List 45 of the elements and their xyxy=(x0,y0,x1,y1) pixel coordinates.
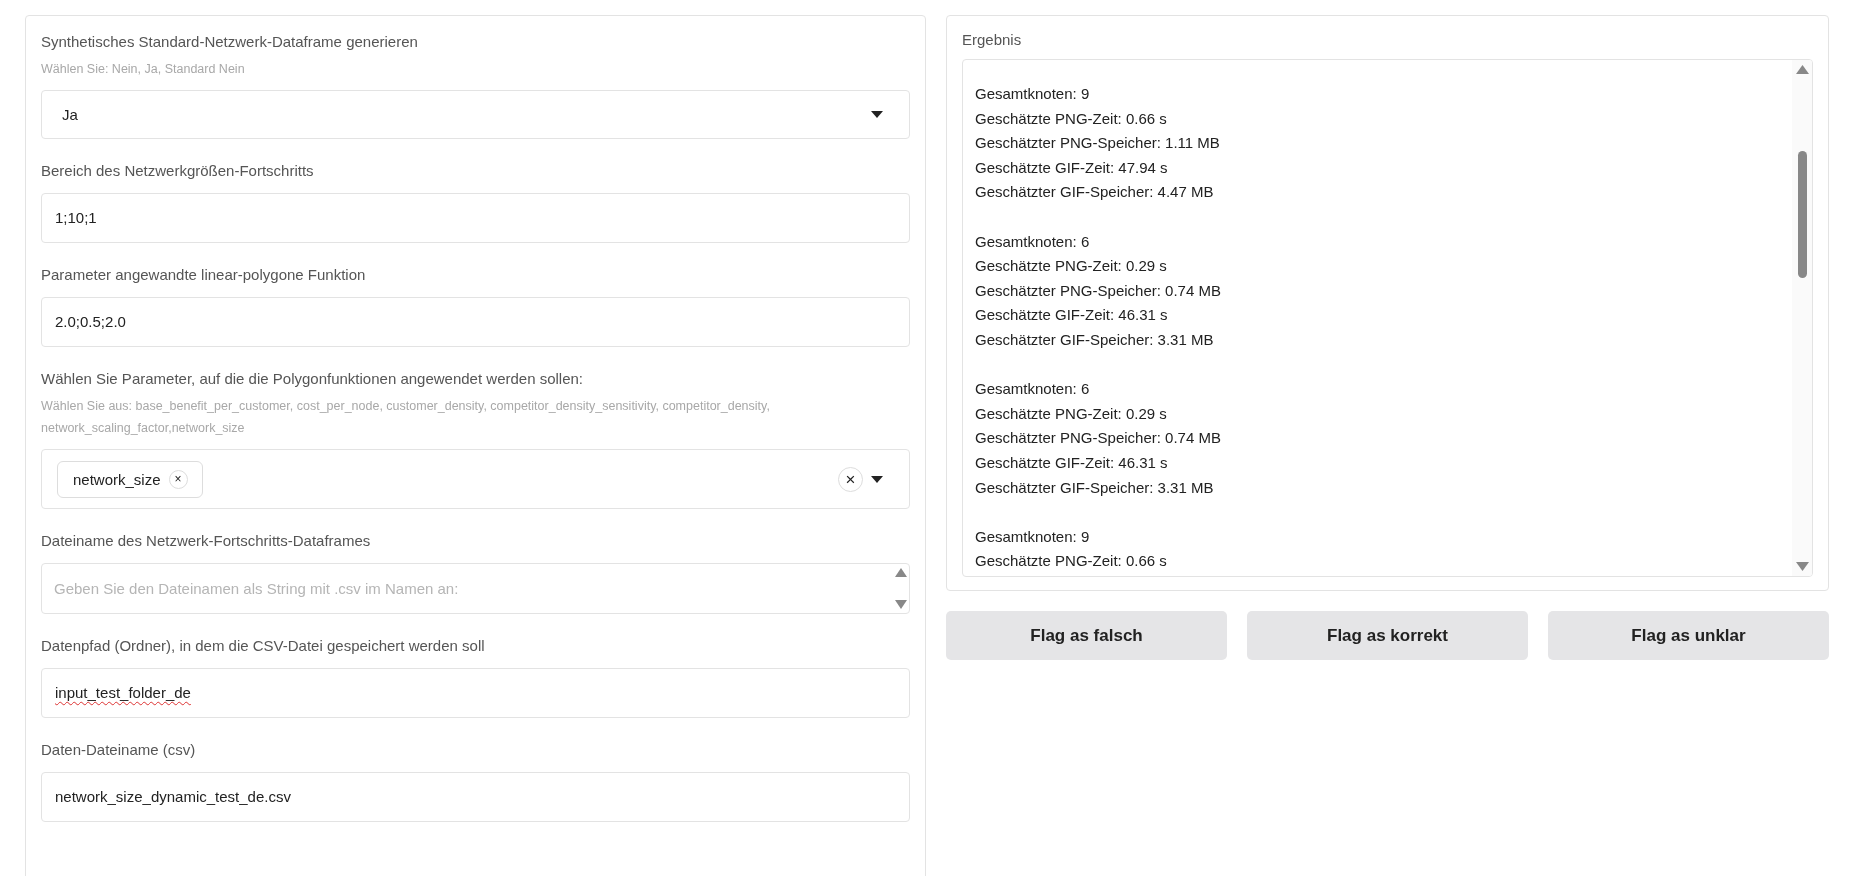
field-label: Wählen Sie Parameter, auf die die Polygonfunktionen angewendet werden sollen: xyxy=(41,369,584,389)
output-line: Geschätzter PNG-Speicher: 0.74 MB xyxy=(975,280,1221,301)
caret-icon xyxy=(871,475,883,483)
field-hint: Wählen Sie aus: base_benefit_per_customer, cost_per_node, customer_density, competitor_density_sensitivity, competitor_density, network_scaling_factor,network_size xyxy=(41,398,771,437)
flag-button[interactable]: Flag as korrekt xyxy=(1247,611,1528,660)
output-line: Gesamtknoten: 9 xyxy=(975,526,1090,547)
output-line: Geschätzter GIF-Speicher: 4.47 MB xyxy=(975,182,1214,203)
output-line: Geschätzte PNG-Zeit: 0.66 s xyxy=(975,551,1167,572)
output-line: Geschätzter GIF-Speicher: 3.31 MB xyxy=(975,329,1214,350)
output-line: Geschätzte GIF-Zeit: 47.94 s xyxy=(975,157,1168,178)
multiselect-field[interactable]: network_size × × xyxy=(41,449,910,509)
output-line: Gesamtknoten: 6 xyxy=(975,379,1090,400)
field-label: Datenpfad (Ordner), in dem die CSV-Datei gespeichert werden soll xyxy=(41,636,485,656)
field-hint: Wählen Sie: Nein, Ja, Standard Nein xyxy=(41,61,245,78)
field-label: Daten-Dateiname (csv) xyxy=(41,740,196,760)
output-line: Geschätzte GIF-Zeit: 46.31 s xyxy=(975,452,1168,473)
input-field[interactable]: network_size_dynamic_test_de.csv xyxy=(41,772,910,822)
input-field[interactable]: 2.0;0.5;2.0 xyxy=(41,297,910,347)
output-line: Geschätzte PNG-Zeit: 0.29 s xyxy=(975,403,1167,424)
output-line: Geschätzte PNG-Zeit: 0.29 s xyxy=(975,256,1167,277)
scroll-down-icon[interactable] xyxy=(894,600,907,609)
scrollbar-thumb[interactable] xyxy=(1797,151,1807,278)
output-line: Gesamtknoten: 9 xyxy=(975,84,1090,104)
output-line: Geschätzte PNG-Zeit: 0.66 s xyxy=(975,108,1167,129)
output-line: Geschätzte GIF-Zeit: 46.31 s xyxy=(975,305,1168,326)
scroll-down-icon[interactable] xyxy=(1795,562,1809,571)
output-line: Geschätzter GIF-Speicher: 3.31 MB xyxy=(975,477,1214,498)
field-label: Bereich des Netzwerkgrößen-Fortschritts xyxy=(41,161,314,181)
input-field[interactable]: 1;10;1 xyxy=(41,193,910,243)
caret-icon xyxy=(871,111,883,118)
scroll-up-icon[interactable] xyxy=(1795,65,1809,74)
output-line: Geschätzter PNG-Speicher: 1.11 MB xyxy=(975,133,1220,154)
output-line: Geschätzter PNG-Speicher: 0.74 MB xyxy=(975,428,1221,449)
result-label: Ergebnis xyxy=(962,30,1022,50)
field-label: Parameter angewandte linear-polygone Funktion xyxy=(41,265,366,285)
dropdown[interactable]: Ja xyxy=(41,90,910,139)
field-placeholder: Geben Sie den Dateinamen als String mit .csv im Namen an: xyxy=(54,580,459,597)
flag-button[interactable]: Flag as unklar xyxy=(1548,611,1829,660)
input-field[interactable]: input_test_folder_de xyxy=(41,668,910,718)
flag-button[interactable]: Flag as falsch xyxy=(946,611,1227,660)
tag-label: network_size xyxy=(73,470,161,488)
field-label: Synthetisches Standard-Netzwerk-Dataframe generieren xyxy=(41,32,418,52)
output-line: Gesamtknoten: 6 xyxy=(975,231,1090,252)
scroll-up-icon[interactable] xyxy=(894,568,907,577)
field-label: Dateiname des Netzwerk-Fortschritts-Dataframes xyxy=(41,531,371,551)
